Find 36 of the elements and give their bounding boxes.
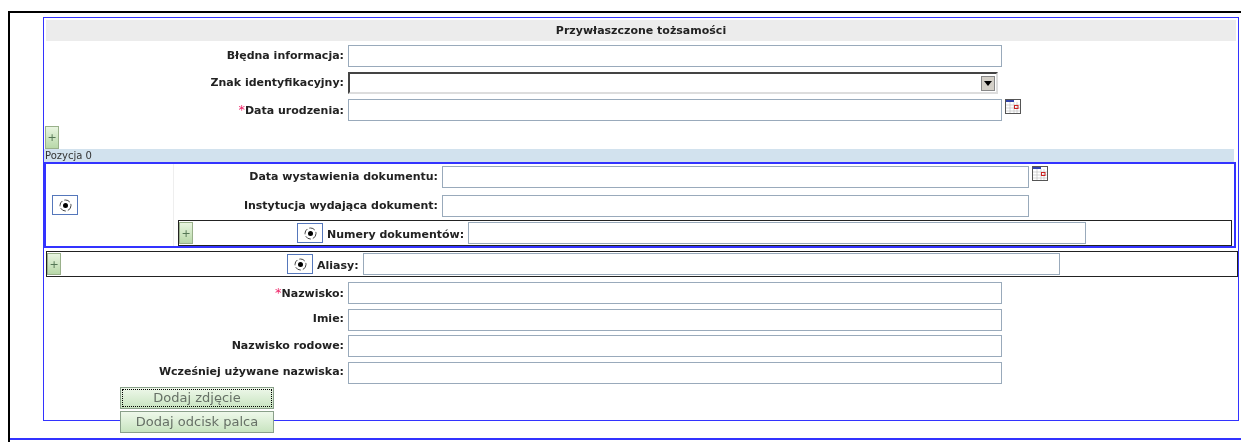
input-field[interactable] — [348, 99, 1002, 121]
calendar-icon[interactable] — [1032, 166, 1048, 181]
action-button[interactable]: Dodaj odcisk palca — [120, 411, 274, 433]
required-asterisk: * — [275, 285, 282, 301]
field-label: Instytucja wydająca dokument: — [243, 198, 438, 212]
radio-button[interactable] — [293, 257, 307, 271]
calendar-icon[interactable] — [1005, 99, 1021, 114]
input-field[interactable] — [348, 282, 1002, 304]
add-button[interactable]: + — [47, 253, 61, 275]
dropdown-field[interactable] — [348, 72, 998, 94]
field-label: Nazwisko rodowe: — [231, 338, 344, 352]
radio-button[interactable] — [58, 198, 72, 212]
add-button[interactable]: + — [179, 222, 193, 244]
field-label: Data urodzenia: — [244, 104, 344, 118]
input-field[interactable] — [468, 222, 1087, 244]
field-label: Numery dokumentów: — [326, 226, 466, 243]
input-field[interactable] — [348, 361, 1002, 384]
section-title: Przywłaszczone tożsamości — [46, 20, 1236, 41]
radio-button[interactable] — [303, 226, 317, 240]
item-header: Pozycja 0 — [44, 149, 1234, 162]
field-label: Imie: — [312, 312, 344, 326]
input-field[interactable] — [348, 45, 1002, 67]
field-label: Nazwisko: — [281, 287, 344, 301]
field-label: Wcześniej używane nazwiska: — [158, 365, 344, 379]
action-button[interactable]: Dodaj zdjęcie — [120, 387, 274, 409]
input-field[interactable] — [348, 335, 1002, 357]
input-field[interactable] — [442, 195, 1029, 217]
input-field[interactable] — [442, 166, 1029, 188]
field-label: Aliasy: — [316, 257, 360, 274]
input-field[interactable] — [362, 253, 1060, 275]
input-field[interactable] — [348, 308, 1002, 331]
field-label: Znak identyfikacyjny: — [210, 75, 344, 89]
required-asterisk: * — [238, 102, 245, 118]
field-label: Błędna informacja: — [226, 48, 344, 62]
add-button[interactable]: + — [45, 126, 59, 149]
field-label: Data wystawienia dokumentu: — [249, 169, 438, 183]
